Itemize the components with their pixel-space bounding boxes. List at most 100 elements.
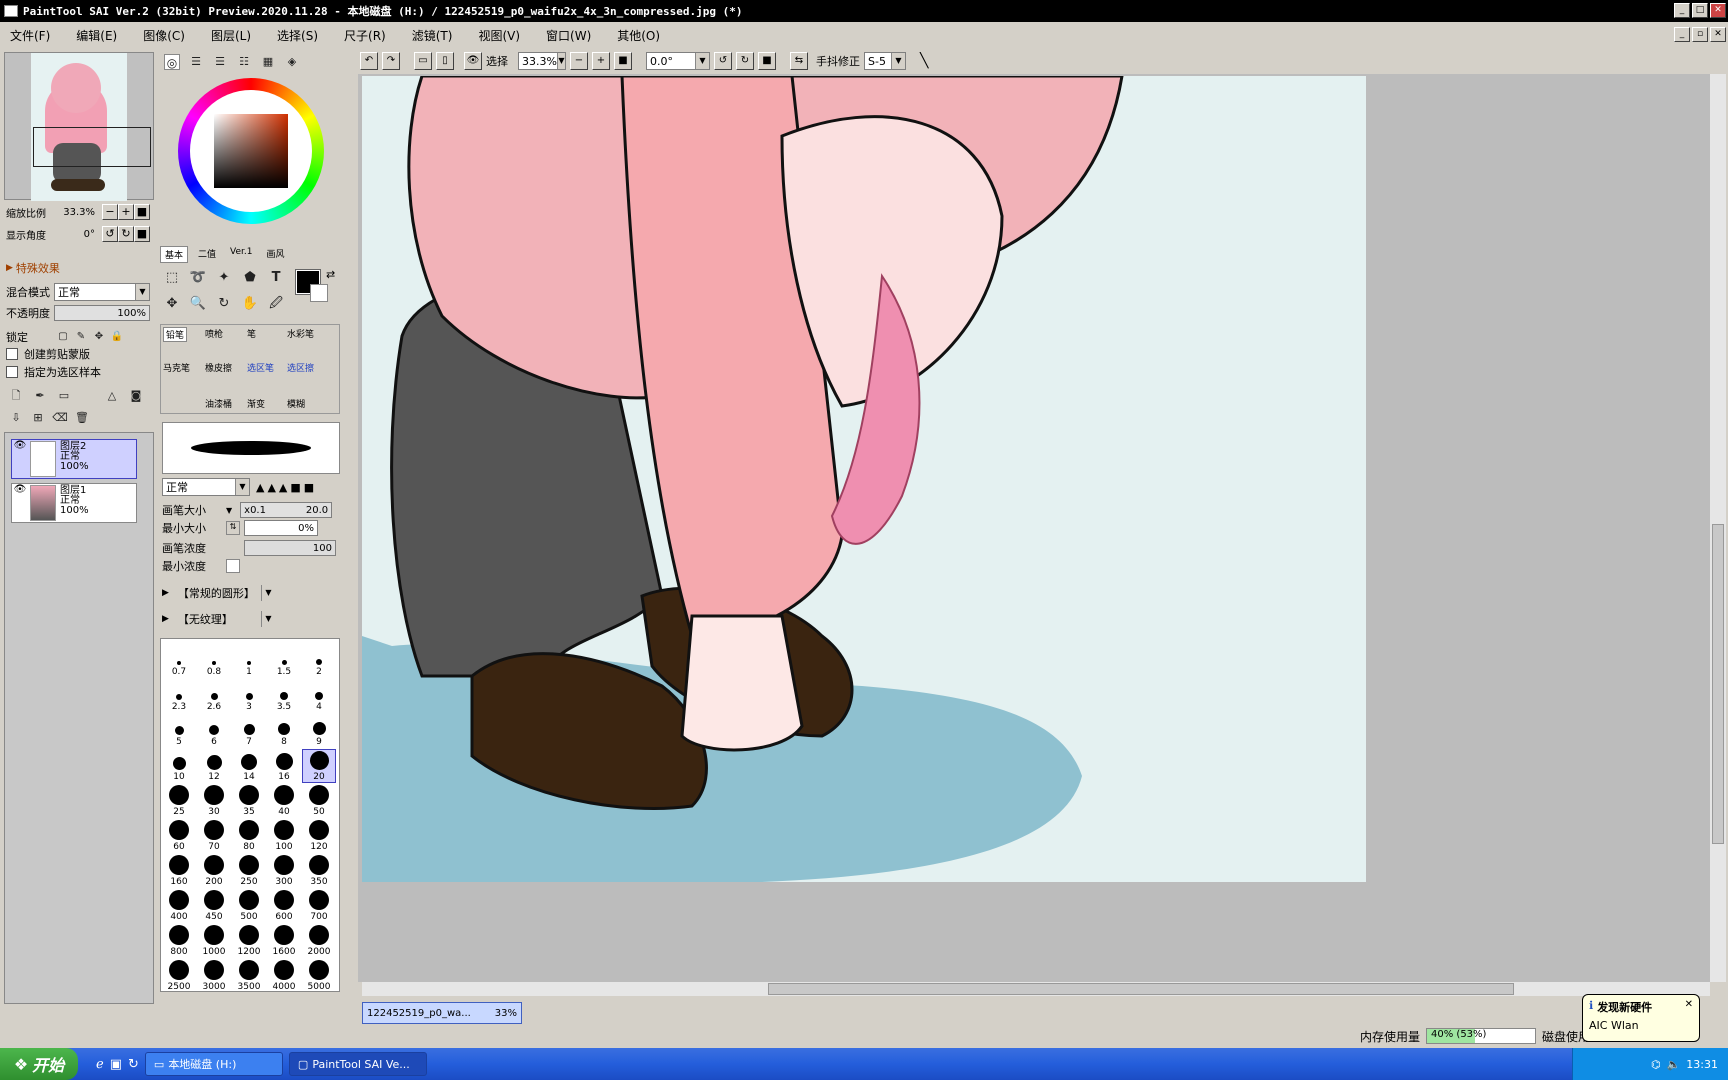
size-preset[interactable]: 2.6 (198, 680, 230, 712)
size-preset[interactable]: 0.8 (198, 645, 230, 677)
size-preset[interactable]: 200 (198, 855, 230, 887)
size-preset[interactable]: 450 (198, 890, 230, 922)
eye-icon[interactable]: 👁 (12, 484, 28, 502)
rotate-left-button[interactable]: ↺ (102, 226, 118, 242)
select-sample-row[interactable]: 指定为选区样本 (6, 364, 101, 380)
volume-icon[interactable]: 🔈 (1667, 1058, 1681, 1071)
lock-pencil-icon[interactable]: ✎ (72, 327, 90, 347)
toolbar-zoom-select[interactable]: 33.3% ▼ (518, 52, 566, 70)
mixer-icon[interactable]: ☷ (236, 54, 252, 70)
toolbar-zoom-in-button[interactable]: + (592, 52, 610, 70)
zoom-out-button[interactable]: − (102, 204, 118, 220)
desktop-icon[interactable]: ▣ (110, 1057, 122, 1072)
size-preset[interactable]: 1.5 (268, 645, 300, 677)
chevron-down-icon[interactable]: ▼ (226, 506, 232, 515)
brush-bucket[interactable]: 油漆桶 (205, 397, 232, 410)
zoom-in-button[interactable]: + (118, 204, 134, 220)
redo-icon[interactable]: ↷ (382, 52, 400, 70)
clip-row[interactable]: 创建剪贴蒙版 (6, 346, 90, 362)
brush-mode-select[interactable]: 正常 ▼ (162, 478, 250, 496)
menu-edit[interactable]: 编辑(E) (72, 25, 121, 46)
layer-item-1[interactable]: 👁 图层1 正常 100% (11, 483, 137, 523)
size-preset[interactable]: 300 (268, 855, 300, 887)
tab-binary[interactable]: 二值 (194, 246, 220, 263)
undo-icon[interactable]: ↶ (360, 52, 378, 70)
size-preset[interactable]: 2 (303, 645, 335, 677)
rotate-icon[interactable]: ↻ (214, 294, 234, 314)
size-preset[interactable]: 10 (163, 750, 195, 782)
task-paint-tool-sai[interactable]: ▢ PaintTool SAI Ve... (288, 1052, 427, 1076)
hand-icon[interactable]: ✋ (240, 294, 260, 314)
menu-window[interactable]: 窗口(W) (542, 25, 595, 46)
toolbar-angle-select[interactable]: 0.0° ▼ (646, 52, 710, 70)
tab-ver1[interactable]: Ver.1 (226, 246, 256, 263)
brush-watercolor[interactable]: 水彩笔 (287, 327, 314, 340)
size-preset[interactable]: 250 (233, 855, 265, 887)
network-icon[interactable]: ⌬ (1651, 1058, 1661, 1071)
size-preset[interactable]: 20 (302, 749, 336, 783)
vertical-scrollbar[interactable] (1710, 74, 1726, 982)
size-preset[interactable]: 120 (303, 820, 335, 852)
size-preset[interactable]: 1000 (198, 925, 230, 957)
brush-select-pen[interactable]: 选区笔 (247, 361, 274, 374)
document-tab[interactable]: 122452519_p0_wa... 33% (362, 1002, 522, 1024)
eye-icon[interactable]: 👁 (464, 52, 482, 70)
menu-file[interactable]: 文件(F) (6, 25, 54, 46)
stabilizer-select[interactable]: S-5 ▼ (864, 52, 906, 70)
min-size-slider[interactable]: 0% (244, 520, 318, 536)
brush-airbrush[interactable]: 喷枪 (205, 327, 223, 340)
transfer-down-icon[interactable]: ⇩ (8, 410, 24, 426)
line-tool-icon[interactable]: ╲ (920, 53, 928, 69)
brush-texture-select[interactable]: 【无纹理】 ▼ (174, 610, 275, 628)
size-preset[interactable]: 1600 (268, 925, 300, 957)
size-preset[interactable]: 350 (303, 855, 335, 887)
color-wheel-icon[interactable]: ◎ (164, 54, 180, 70)
doc-close-button[interactable]: ✕ (1710, 27, 1726, 42)
size-preset[interactable]: 700 (303, 890, 335, 922)
layer-item-2[interactable]: 👁 图层2 正常 100% (11, 439, 137, 479)
navigator-view-rect[interactable] (33, 127, 151, 167)
start-button[interactable]: ❖ 开始 (0, 1048, 78, 1080)
size-preset[interactable]: 3 (233, 680, 265, 712)
minimize-button[interactable]: _ (1674, 3, 1690, 18)
shape-icon[interactable]: ⬟ (240, 268, 260, 288)
scratchpad-icon[interactable]: ◈ (284, 54, 300, 70)
secondary-color-swatch[interactable] (310, 284, 328, 302)
mask-icon[interactable]: △ (104, 388, 120, 404)
tab-basic[interactable]: 基本 (160, 246, 189, 263)
brush-select-eraser[interactable]: 选区擦 (287, 361, 314, 374)
drawing-canvas[interactable] (362, 76, 1366, 882)
min-density-checkbox[interactable] (226, 559, 240, 573)
rotate-reset-button[interactable]: ■ (134, 226, 150, 242)
toolbar-rotate-reset-button[interactable]: ■ (758, 52, 776, 70)
effects-toggle[interactable]: ▶ 特殊效果 (6, 260, 60, 276)
canvas-area[interactable] (358, 74, 1710, 982)
menu-ruler[interactable]: 尺子(R) (340, 25, 390, 46)
brush-pen[interactable]: 笔 (247, 327, 256, 340)
rotate-right-button[interactable]: ↻ (118, 226, 134, 242)
tab-style[interactable]: 画风 (263, 246, 289, 263)
size-preset[interactable]: 6 (198, 715, 230, 747)
size-preset[interactable]: 4 (303, 680, 335, 712)
size-preset[interactable]: 35 (233, 785, 265, 817)
hsv-slider-icon[interactable]: ☰ (212, 54, 228, 70)
eye-icon[interactable]: 👁 (12, 440, 28, 458)
layer-mask-icon[interactable]: ◙ (128, 388, 144, 404)
size-preset[interactable]: 2.3 (163, 680, 195, 712)
size-preset[interactable]: 3500 (233, 960, 265, 992)
size-preset[interactable]: 25 (163, 785, 195, 817)
toolbar-rotate-right-button[interactable]: ↻ (736, 52, 754, 70)
navigator-panel[interactable] (4, 52, 154, 201)
size-preset[interactable]: 14 (233, 750, 265, 782)
menu-other[interactable]: 其他(O) (613, 25, 664, 46)
toolbar-rotate-left-button[interactable]: ↺ (714, 52, 732, 70)
size-preset[interactable]: 9 (303, 715, 335, 747)
size-preset[interactable]: 1200 (233, 925, 265, 957)
menu-select[interactable]: 选择(S) (273, 25, 322, 46)
notification-balloon[interactable]: ℹ 发现新硬件 ✕ AIC Wlan (1582, 994, 1700, 1042)
close-button[interactable]: ✕ (1710, 3, 1726, 18)
new-vector-layer-icon[interactable]: ✒ (32, 388, 48, 404)
flip-horizontal-icon[interactable]: ⇆ (790, 52, 808, 70)
size-preset[interactable]: 5 (163, 715, 195, 747)
invert-select-icon[interactable]: ▯ (436, 52, 454, 70)
